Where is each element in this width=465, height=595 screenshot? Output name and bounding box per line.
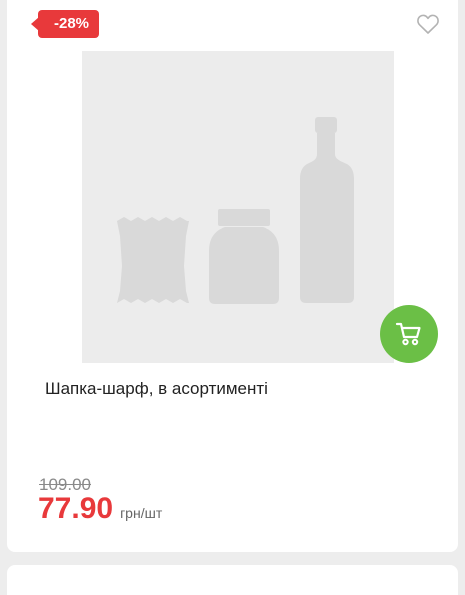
wishlist-button[interactable] xyxy=(416,13,440,35)
price-unit: грн/шт xyxy=(120,505,163,521)
shopping-cart-icon xyxy=(395,322,421,346)
snack-bag-shape xyxy=(117,217,189,303)
product-placeholder-icon xyxy=(117,117,354,304)
next-product-card[interactable] xyxy=(7,565,458,595)
current-price: 77.90 xyxy=(38,492,114,525)
product-image-placeholder[interactable] xyxy=(82,51,394,363)
bottle-cap-shape xyxy=(315,117,337,133)
bottle-body-shape xyxy=(300,133,354,303)
discount-badge: -28% xyxy=(31,10,99,38)
add-to-cart-button[interactable] xyxy=(380,305,438,363)
product-name[interactable]: Шапка-шарф, в асортименті xyxy=(45,379,268,399)
price-row: 77.90 грн/шт xyxy=(38,492,162,526)
jar-body-shape xyxy=(209,227,279,304)
product-card[interactable]: -28% Шапка-шарф, в асортименті 109.00 77… xyxy=(7,0,458,552)
heart-icon xyxy=(417,14,439,34)
jar-lid-shape xyxy=(218,209,270,226)
